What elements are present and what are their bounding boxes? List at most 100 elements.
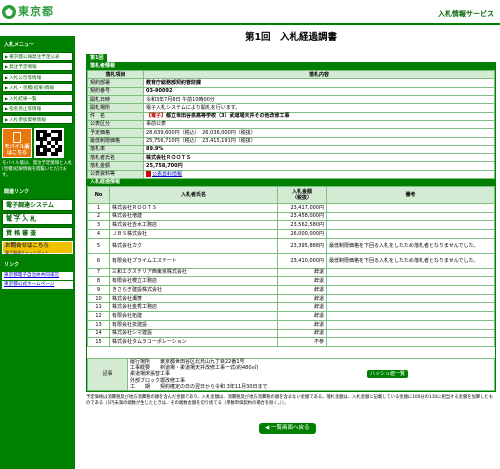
public-docs-link[interactable]: 公表資料情報 (152, 171, 182, 177)
bid-remark (326, 302, 495, 313)
bid-no: 4 (87, 229, 110, 239)
info-text: 都立世田谷泉高等学校（3）武道場天井その他改修工事 (166, 113, 290, 120)
qr-code-icon (34, 127, 64, 158)
bid-amount: 辞退 (277, 267, 327, 278)
bid-no: 11 (87, 302, 110, 313)
bid-row: 14 株式会社シマ建設 辞退 (87, 328, 495, 339)
footnote: 予定価格は消費税及び地方消費税の額を含んだ金額であり、入札金額は、消費税及び地方… (86, 395, 494, 406)
back-to-list-button[interactable]: ◀ 一覧画面へ戻る (259, 423, 316, 434)
bid-row: 3 株式会社吉水工務店 23,562,580円 (87, 220, 495, 231)
notes-content: 履行場所 東京都世田谷区北烏山九丁目22番1号 工事概要 剣道場・柔道場天井改修工… (127, 357, 495, 392)
info-text: 25,758,700円 (146, 162, 183, 169)
bid-row: 8 有限会社櫻立工務店 辞退 (87, 276, 495, 287)
info-text: 28,639,600円（税込） 26,036,000円（税抜） (146, 129, 256, 136)
sidebar-e-bidding[interactable]: 電 子 入 札 (2, 212, 73, 225)
info-key: 件 名 (87, 111, 144, 121)
col-content: 落札内容 (143, 70, 495, 80)
service-name: 入札情報サービス (438, 10, 494, 18)
tokyo-logo[interactable]: 東京都 (2, 4, 54, 20)
bid-remark (326, 311, 495, 321)
back-label: 一覧画面へ戻る (270, 425, 310, 431)
sidebar-item-order-plan[interactable]: 発注予定情報 (2, 62, 73, 72)
bid-name: 株式会社吉水工務店 (109, 220, 278, 231)
mobile-label: モバイル版はこちら (4, 143, 30, 156)
header: 東京都 入札情報サービス (0, 0, 500, 25)
mobile-button[interactable]: モバイル版はこちら (2, 127, 32, 158)
sidebar-link-joint-ops[interactable]: 東京都電子自治体共同運営 (2, 271, 73, 280)
col-amount: 入札金額 （税抜） (277, 185, 327, 204)
bid-amount: 23,395,888円 (277, 237, 327, 254)
info-key: 開札日時 (87, 94, 144, 105)
info-key: 公表区分 (87, 119, 144, 130)
bid-row: 5 株式会社カク 23,395,888円 最低制限価格を下回る入札をしたため落札者とな… (87, 237, 495, 254)
bids-table: No 入札者氏名 入札金額 （税抜） 備考 1 株式会社ＲＯＯＴＳ 23,417,0… (87, 185, 495, 347)
bid-no: 1 (87, 203, 110, 213)
bid-no: 3 (87, 220, 110, 231)
col-remark: 備考 (326, 185, 495, 204)
sidebar-related-heading: リンク (4, 261, 20, 268)
info-row: 落札金額 25,758,700円 (87, 161, 495, 171)
info-key: 予定価格 (87, 128, 144, 138)
bid-remark (326, 276, 495, 287)
sidebar-item-results-list[interactable]: 入札結果一覧 (2, 93, 73, 103)
help-chatbot-button[interactable]: お問合せはこちら 電子調達チャットボット (2, 240, 73, 255)
bid-name: 株式会社カク (109, 237, 278, 254)
bid-name: きさらぎ建設株式会社 (109, 285, 278, 295)
bid-amount: 辞退 (277, 311, 327, 321)
info-text: 電子入札システムにより開札を行います。 (146, 104, 241, 111)
sidebar-item-qualification[interactable]: 入札参加資格情報 (2, 114, 73, 124)
sidebar: 入札メニュー 東京都公報発注予定公表 発注予定情報 入札公示等情報 入札・見積(… (0, 36, 75, 469)
bid-no: 8 (87, 276, 110, 287)
bid-name: 株式会社ＲＯＯＴＳ (109, 203, 278, 213)
bid-name: 有限会社拓建 (109, 311, 278, 321)
info-key: 契約番号 (87, 86, 144, 97)
bids-heading: 入札経過情報 (87, 178, 495, 186)
info-value: 03-90092 (143, 86, 495, 97)
hash-list-button[interactable]: ハッシュ値一覧 (367, 370, 409, 379)
info-text: 株式会社ＲＯＯＴＳ (146, 154, 192, 161)
bid-amount: 辞退 (277, 328, 327, 339)
sidebar-item-notice[interactable]: 入札公示等情報 (2, 72, 73, 82)
bid-remark (326, 319, 495, 330)
help-label: お問合せはこちら (5, 242, 50, 249)
info-row: 開札日時 令和3年7月8日 午前10時00分 (87, 94, 495, 105)
info-key: 開札場所 (87, 103, 144, 113)
pdf-icon (146, 170, 151, 177)
sidebar-links-heading: 関連リンク (4, 188, 30, 195)
bid-no: 6 (87, 252, 110, 269)
sidebar-item-suspension[interactable]: 指名停止等情報 (2, 104, 73, 114)
info-value[interactable]: 公表資料情報 (143, 169, 495, 180)
sidebar-link-official-site[interactable]: 東京都公式ホームページ (2, 281, 73, 290)
info-text: 89.9% (146, 146, 164, 153)
bid-row: 9 きさらぎ建設株式会社 辞退 (87, 285, 495, 295)
sidebar-qualification-review[interactable]: 資 格 審 査 (2, 226, 73, 239)
info-text: 教育庁総務部契約管財課 (146, 79, 202, 86)
notes-table: 記事 履行場所 東京都世田谷区北烏山九丁目22番1号 工事概要 剣道場・柔道場天井… (87, 357, 495, 392)
bid-name: 有限会社櫻立工務店 (109, 276, 278, 287)
bid-remark (326, 328, 495, 339)
page-title: 第1回 入札経過調書 (244, 32, 338, 43)
bid-remark (326, 211, 495, 222)
bid-remark (326, 267, 495, 278)
bid-row: 4 ＪＢＳ株式会社 26,000,000円 (87, 229, 495, 239)
sidebar-procurement-top[interactable]: 電子調達システム(TOP) (2, 198, 73, 218)
electronic-tag: 【電子】 (146, 113, 167, 120)
info-value: 電子入札システムにより開札を行います。 (143, 103, 495, 113)
bid-no: 10 (87, 293, 110, 304)
mobile-box: モバイル版はこちら (2, 127, 73, 158)
bid-amount: 辞退 (277, 319, 327, 330)
winner-table: 落札項目 落札内容 契約部署 教育庁総務部契約管財課 契約番号 03-90092 開札日… (87, 70, 495, 180)
bid-row: 11 株式会社金秀工務店 辞退 (87, 302, 495, 313)
info-row: 開札場所 電子入札システムにより開札を行います。 (87, 103, 495, 113)
bid-remark (326, 229, 495, 239)
bid-name: 三和エクステリア西東京株式会社 (109, 267, 278, 278)
bid-no: 15 (87, 337, 110, 347)
info-row: 件 名【電子】都立世田谷泉高等学校（3）武道場天井その他改修工事 (87, 111, 495, 121)
bid-no: 5 (87, 237, 110, 254)
info-key: 最低制限価格 (87, 136, 144, 146)
sidebar-item-results[interactable]: 入札・見積(結果)情報 (2, 83, 73, 93)
bid-remark: 最低制限価格を下回る入札をしたため落札者となりませんでした。 (326, 252, 495, 269)
sidebar-item-publication[interactable]: 東京都公報発注予定公表 (2, 51, 73, 61)
info-row: 公表資料等 公表資料情報 (87, 169, 495, 180)
round-tab[interactable]: 第1回 (86, 53, 108, 63)
